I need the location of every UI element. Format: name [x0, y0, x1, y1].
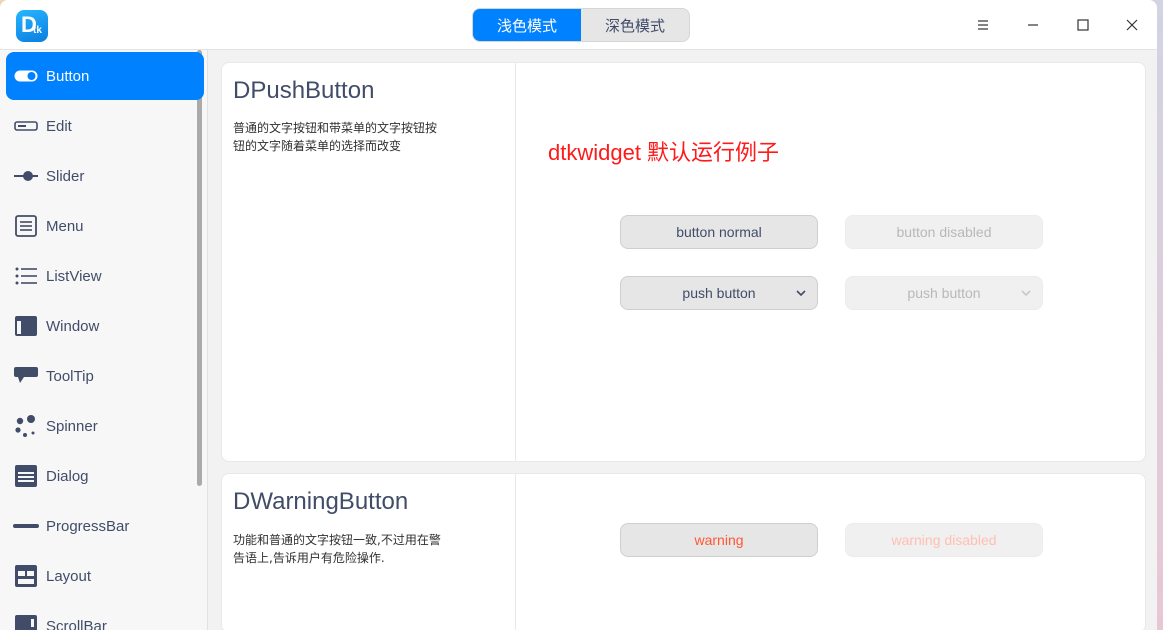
edit-field-icon [6, 121, 46, 131]
sidebar: Button Edit Slider Menu ListView Window … [0, 50, 208, 630]
sidebar-item-label: Edit [46, 117, 72, 135]
sidebar-item-scrollbar[interactable]: ScrollBar [6, 602, 204, 630]
sidebar-item-label: Button [46, 67, 90, 85]
sidebar-item-menu[interactable]: Menu [6, 202, 204, 250]
push-button-menu[interactable]: push button [620, 276, 818, 310]
button-normal[interactable]: button normal [620, 215, 818, 249]
layout-icon [6, 565, 46, 587]
sidebar-item-dialog[interactable]: Dialog [6, 452, 204, 500]
app-logo: D tk [16, 10, 48, 42]
sidebar-item-spinner[interactable]: Spinner [6, 402, 204, 450]
push-button-disabled: push button [845, 276, 1043, 310]
close-button[interactable] [1117, 10, 1147, 40]
minimize-icon [1028, 24, 1038, 26]
maximize-icon [1077, 19, 1089, 31]
logo-sub: tk [33, 25, 42, 36]
warning-button-disabled: warning disabled [845, 523, 1043, 557]
sidebar-item-label: Window [46, 317, 100, 335]
card-divider [515, 63, 516, 461]
dpushbutton-card: DPushButton 普通的文字按钮和带菜单的文字按钮按钮的文字随着菜单的选择… [221, 62, 1146, 462]
sidebar-item-layout[interactable]: Layout [6, 552, 204, 600]
spinner-icon [6, 414, 46, 438]
sidebar-item-label: Menu [46, 217, 84, 235]
menu-icon [6, 215, 46, 237]
toggle-icon [6, 70, 46, 82]
card-title: DPushButton [233, 77, 375, 104]
card-title: DWarningButton [233, 488, 409, 515]
sidebar-item-label: ProgressBar [46, 517, 130, 535]
list-icon [6, 266, 46, 286]
progressbar-icon [6, 523, 46, 529]
sidebar-item-tooltip[interactable]: ToolTip [6, 352, 204, 400]
sidebar-item-label: ScrollBar [46, 617, 107, 630]
scrollbar-icon [6, 615, 46, 630]
sidebar-item-label: Layout [46, 567, 92, 585]
light-mode-button[interactable]: 浅色模式 [473, 9, 581, 41]
dwarningbutton-card: DWarningButton 功能和普通的文字按钮一致,不过用在警告语上,告诉用… [221, 473, 1146, 630]
sidebar-item-edit[interactable]: Edit [6, 102, 204, 150]
banner-text: dtkwidget 默认运行例子 [548, 140, 780, 165]
minimize-button[interactable] [1018, 10, 1048, 40]
sidebar-item-listview[interactable]: ListView [6, 252, 204, 300]
push-button-disabled-label: push button [907, 285, 981, 301]
window-icon [6, 316, 46, 336]
chevron-down-icon [1021, 290, 1031, 297]
card-description: 功能和普通的文字按钮一致,不过用在警告语上,告诉用户有危险操作. [233, 533, 441, 565]
sidebar-item-label: Spinner [46, 417, 98, 435]
sidebar-item-progressbar[interactable]: ProgressBar [6, 502, 204, 550]
tooltip-icon [6, 367, 46, 385]
maximize-button[interactable] [1068, 10, 1098, 40]
window-menu-button[interactable] [968, 10, 998, 40]
card-description: 普通的文字按钮和带菜单的文字按钮按钮的文字随着菜单的选择而改变 [233, 121, 438, 153]
close-icon [1126, 19, 1138, 31]
dark-mode-button[interactable]: 深色模式 [581, 9, 689, 41]
sidebar-item-label: ToolTip [46, 367, 94, 385]
titlebar: D tk 浅色模式 深色模式 [0, 0, 1157, 50]
button-disabled: button disabled [845, 215, 1043, 249]
chevron-down-icon [796, 290, 806, 297]
sidebar-item-window[interactable]: Window [6, 302, 204, 350]
sidebar-item-slider[interactable]: Slider [6, 152, 204, 200]
sidebar-item-label: ListView [46, 267, 102, 285]
push-button-label: push button [682, 285, 756, 301]
app-window: D tk 浅色模式 深色模式 Button Edit Slider Menu L… [0, 0, 1157, 630]
slider-icon [6, 170, 46, 182]
sidebar-item-label: Dialog [46, 467, 89, 485]
hamburger-menu-icon [978, 20, 988, 30]
card-divider [515, 474, 516, 630]
dialog-icon [6, 465, 46, 487]
sidebar-item-label: Slider [46, 167, 85, 185]
sidebar-item-button[interactable]: Button [6, 52, 204, 100]
theme-mode-switch: 浅色模式 深色模式 [472, 8, 690, 42]
warning-button[interactable]: warning [620, 523, 818, 557]
